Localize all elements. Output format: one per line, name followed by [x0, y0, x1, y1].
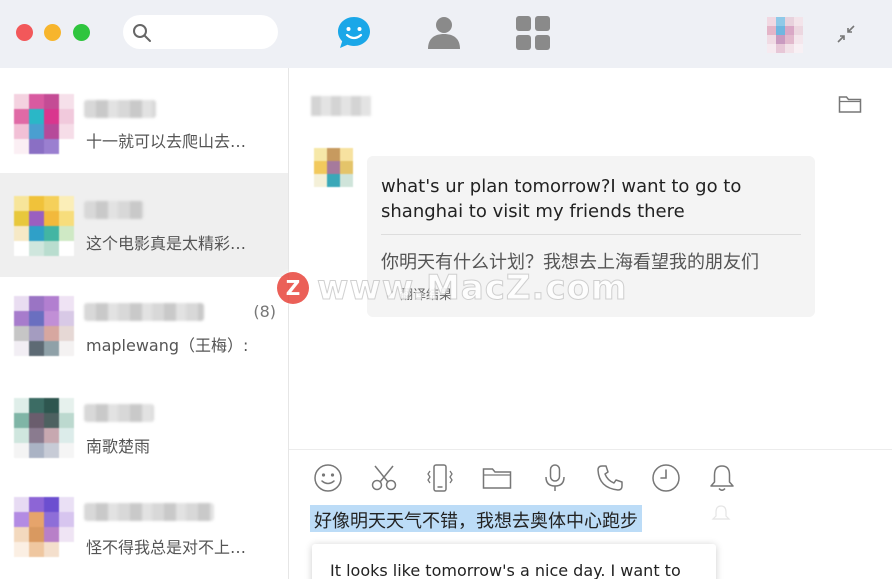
message-input[interactable]: 好像明天天气不错，我想去奥体中心跑步 — [310, 505, 642, 532]
nav-chat-tab[interactable] — [335, 14, 373, 52]
smiley-icon — [314, 464, 342, 492]
conversation-list: 十一就可以去爬山去… 这个电影真是太精彩… maplewang（王梅）: (8)… — [0, 68, 289, 579]
translation-divider — [381, 234, 801, 235]
person-icon — [428, 17, 460, 49]
avatar — [14, 398, 74, 458]
nav-contacts-tab[interactable] — [425, 14, 463, 52]
history-button[interactable] — [651, 463, 681, 493]
contact-name-blurred — [84, 503, 214, 521]
shake-button[interactable] — [425, 463, 455, 493]
search-input[interactable] — [123, 15, 278, 49]
folder-icon — [482, 468, 512, 489]
microphone-icon — [545, 464, 565, 491]
translation-popup[interactable]: It looks like tomorrow's a nice day. I w… — [312, 544, 716, 579]
clock-icon — [652, 464, 680, 492]
chat-title-blurred — [311, 96, 371, 116]
watermark-logo: Z — [277, 272, 309, 304]
zoom-window-button[interactable] — [73, 24, 90, 41]
translation-result: It looks like tomorrow's a nice day. I w… — [330, 561, 681, 579]
call-button[interactable] — [595, 463, 625, 493]
voice-button[interactable] — [540, 463, 570, 493]
app-window: 十一就可以去爬山去… 这个电影真是太精彩… maplewang（王梅）: (8)… — [0, 0, 892, 579]
unread-badge: (8) — [253, 302, 276, 321]
vibrate-icon — [427, 464, 453, 492]
nav-apps-tab[interactable] — [514, 14, 552, 52]
minimize-window-button[interactable] — [44, 24, 61, 41]
conversation-preview: 这个电影真是太精彩… — [86, 234, 247, 253]
bell-icon — [711, 505, 731, 521]
avatar — [14, 94, 74, 154]
sender-avatar — [314, 148, 353, 187]
conversation-preview: 南歌楚雨 — [86, 437, 151, 456]
chat-panel: what's ur plan tomorrow?I want to go to … — [277, 68, 892, 579]
contact-name-blurred — [84, 201, 144, 219]
avatar — [14, 196, 74, 256]
top-bar — [0, 0, 892, 68]
message-text: what's ur plan tomorrow?I want to go to … — [381, 176, 742, 222]
conversation-item[interactable]: 怪不得我总是对不上… — [0, 485, 288, 579]
contact-name-blurred — [84, 100, 156, 118]
contact-name-blurred — [84, 303, 204, 321]
avatar — [14, 296, 74, 356]
screenshot-button[interactable] — [369, 463, 399, 493]
chat-bubble-smile-icon — [338, 17, 370, 48]
folder-icon — [838, 96, 862, 113]
avatar — [14, 497, 74, 557]
send-file-button[interactable] — [482, 463, 512, 493]
grid-icon — [516, 16, 550, 50]
user-avatar[interactable] — [767, 17, 803, 53]
watermark-text: www.MacZ.com — [316, 268, 628, 309]
conversation-preview: maplewang（王梅）: — [86, 336, 249, 355]
conversation-item[interactable]: 南歌楚雨 — [0, 381, 288, 485]
conversation-preview: 十一就可以去爬山去… — [86, 132, 247, 151]
notification-button[interactable] — [707, 463, 737, 493]
collapse-arrows-icon — [837, 25, 855, 43]
search-icon — [133, 24, 151, 42]
conversation-item[interactable]: maplewang（王梅）: (8) — [0, 277, 288, 381]
composer-divider — [289, 449, 892, 450]
conversation-item[interactable]: 这个电影真是太精彩… — [0, 173, 288, 277]
conversation-item[interactable]: 十一就可以去爬山去… — [0, 68, 288, 172]
emoji-button[interactable] — [313, 463, 343, 493]
bell-icon — [710, 465, 734, 491]
scissors-icon — [371, 465, 397, 491]
conversation-preview: 怪不得我总是对不上… — [86, 538, 247, 557]
collapse-button[interactable] — [835, 23, 857, 45]
contact-name-blurred — [84, 404, 154, 422]
watermark: Z www.MacZ.com — [277, 268, 628, 309]
close-window-button[interactable] — [16, 24, 33, 41]
files-button[interactable] — [838, 94, 862, 118]
phone-icon — [597, 465, 623, 491]
